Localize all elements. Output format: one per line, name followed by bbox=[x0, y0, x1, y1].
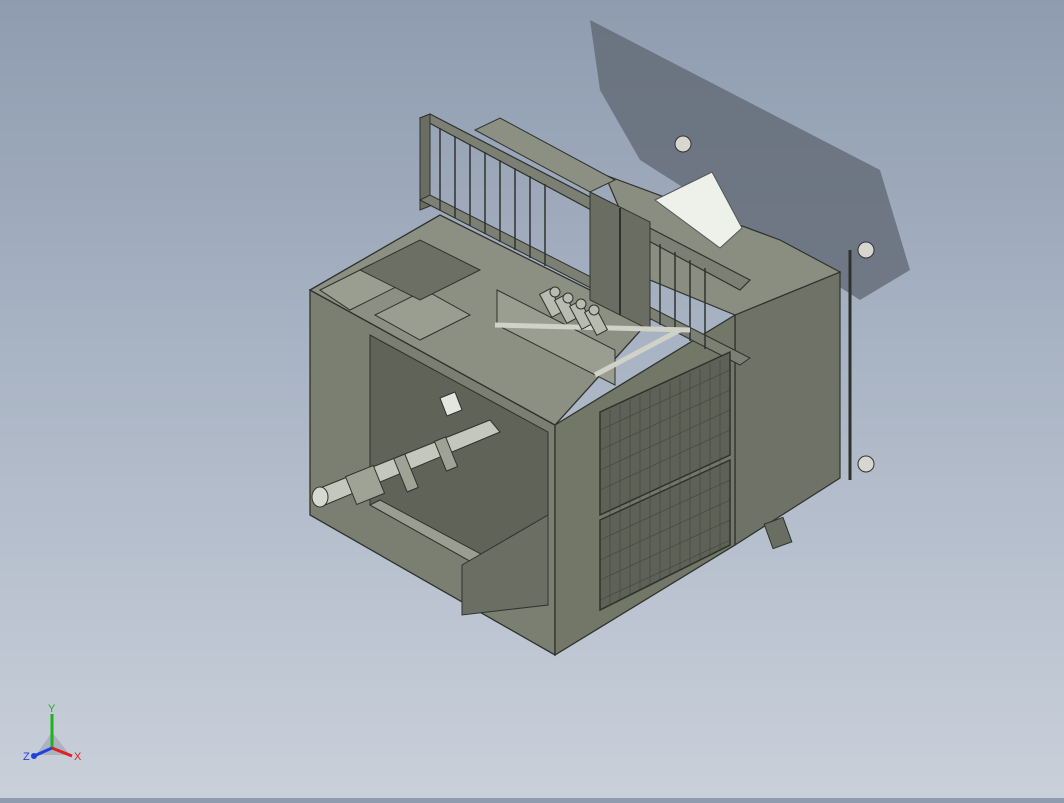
y-axis-label: Y bbox=[48, 703, 56, 715]
z-axis-label: Z bbox=[23, 751, 30, 763]
x-axis-label: X bbox=[74, 751, 82, 763]
machine-assembly-model[interactable] bbox=[0, 0, 1064, 798]
caster-knob-3 bbox=[857, 455, 875, 473]
cad-graphics-area[interactable]: Y X Z bbox=[0, 0, 1064, 798]
caster-knob-2 bbox=[857, 241, 875, 259]
coordinate-triad: Y X Z bbox=[23, 703, 82, 763]
caster-knob-1 bbox=[674, 135, 692, 153]
right-side-panel bbox=[734, 271, 841, 547]
